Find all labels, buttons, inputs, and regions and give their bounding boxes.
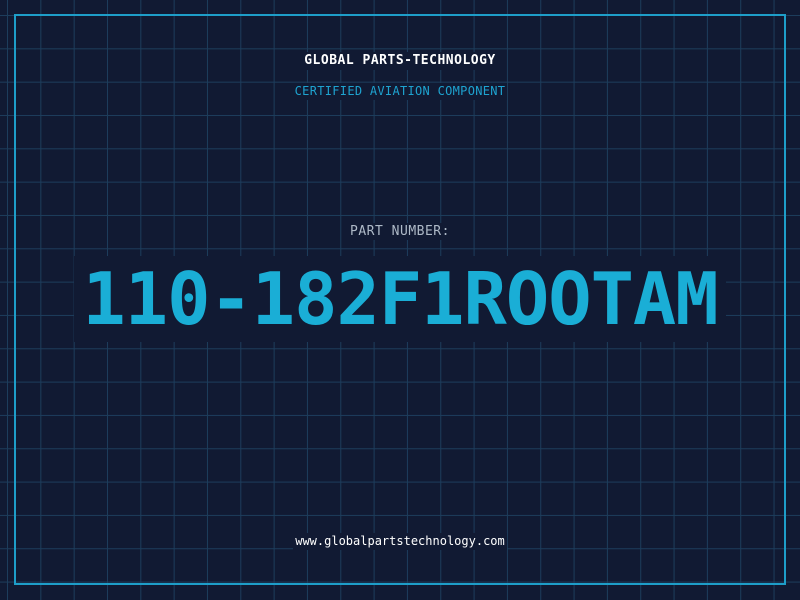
part-number-label-block: PART NUMBER: [0, 220, 800, 240]
part-number-block: 110-182F1ROOTAM [0, 256, 800, 342]
part-number-value: 110-182F1ROOTAM [74, 256, 726, 342]
tagline-block: CERTIFIED AVIATION COMPONENT [0, 80, 800, 100]
website-text: www.globalpartstechnology.com [293, 533, 507, 550]
part-number-label: PART NUMBER: [348, 223, 452, 240]
brand-header: GLOBAL PARTS-TECHNOLOGY [0, 49, 800, 70]
brand-name: GLOBAL PARTS-TECHNOLOGY [302, 52, 498, 70]
footer: www.globalpartstechnology.com [0, 530, 800, 550]
brand-tagline: CERTIFIED AVIATION COMPONENT [292, 83, 508, 100]
